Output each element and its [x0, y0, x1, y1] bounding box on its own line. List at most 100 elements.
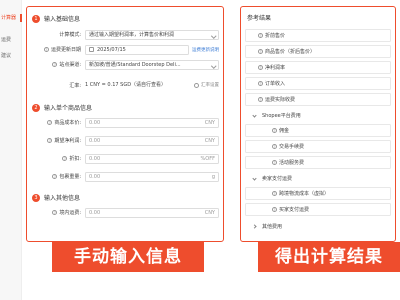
sidebar-item-calculator[interactable]: 计算器	[0, 14, 22, 22]
result-group-other-fees[interactable]: 其他费用	[245, 220, 391, 233]
calc-mode-value: 通过输入期望利润率，计算售价和利润	[89, 32, 175, 38]
calc-mode-select[interactable]: 通过输入期望利润率，计算售价和利润	[85, 29, 219, 40]
help-icon[interactable]: ?	[258, 33, 263, 38]
date-label-wrap: ? 运费更新日期	[31, 46, 85, 53]
help-icon[interactable]: ?	[52, 174, 58, 179]
domestic-label: 境内运费:	[59, 210, 81, 216]
cost-label-wrap: ? 商品成本价:	[31, 119, 85, 126]
result-label: 交易手续费	[279, 144, 305, 150]
rate-row: 汇率: 1 CNY = 0.17 SGD（请自行查看） 汇率设置	[31, 77, 219, 93]
cost-unit: CNY	[204, 119, 215, 126]
cost-label: 商品成本价:	[54, 120, 81, 126]
site-row: ? 站点渠道: 新加坡/普通/Standard Doorstep Deli...	[31, 59, 219, 70]
result-label: 运费实际收费	[265, 97, 296, 103]
weight-unit: g	[211, 173, 215, 180]
radio-icon	[194, 82, 199, 88]
result-row: ? 佣金	[245, 124, 391, 137]
help-icon[interactable]: ?	[62, 156, 68, 161]
result-row: ? 跨境物流成本（虚拟）	[245, 187, 391, 200]
banner-manual-input: 手动输入信息	[52, 242, 204, 272]
step-number: 3	[32, 193, 40, 202]
result-group-platform-fees[interactable]: Shopee平台费用	[245, 109, 391, 122]
discount-row: ? 折扣: 0.00 %OFF	[31, 153, 219, 164]
result-title: 参考结果	[247, 15, 272, 22]
date-label: 运费更新日期	[50, 47, 81, 53]
help-icon[interactable]: ?	[47, 138, 53, 143]
margin-input[interactable]: 0.00 CNY	[85, 135, 219, 146]
rate-label: 汇率:	[69, 82, 81, 89]
domestic-placeholder: 0.00	[89, 209, 101, 216]
result-group-label: 其他费用	[262, 224, 283, 230]
result-row: ? 净利润率	[245, 61, 391, 74]
chevron-right-icon	[252, 224, 257, 229]
step-number: 1	[32, 14, 40, 23]
help-icon[interactable]: ?	[272, 128, 277, 133]
margin-unit: CNY	[204, 137, 215, 144]
section-title: 输入基础信息	[44, 16, 81, 23]
help-icon[interactable]: ?	[272, 191, 277, 196]
calendar-icon	[89, 47, 94, 52]
section-other-header: 3 输入其他信息	[32, 193, 80, 202]
cost-input[interactable]: 0.00 CNY	[85, 117, 219, 128]
domestic-row: ? 境内运费: 0.00 CNY	[31, 207, 219, 218]
date-field[interactable]: 2025/07/15	[85, 44, 189, 55]
domestic-label-wrap: ? 境内运费:	[31, 209, 85, 216]
help-icon[interactable]: ?	[272, 144, 277, 149]
weight-input[interactable]: 0.00 g	[85, 171, 219, 182]
weight-row: ? 包裹重量: 0.00 g	[31, 171, 219, 182]
sidebar-item-shipping[interactable]: 运费	[0, 36, 22, 44]
result-row: ? 运费实际收费	[245, 93, 391, 106]
result-label: 净利润率	[265, 65, 286, 71]
result-label: 跨境物流成本（虚拟）	[279, 191, 330, 197]
domestic-unit: CNY	[204, 209, 215, 216]
cost-row: ? 商品成本价: 0.00 CNY	[31, 117, 219, 128]
help-icon[interactable]: ?	[258, 65, 263, 70]
site-select[interactable]: 新加坡/普通/Standard Doorstep Deli...	[85, 59, 219, 70]
help-icon[interactable]: ?	[272, 160, 277, 165]
result-label: 买家支付运费	[279, 207, 310, 213]
shipping-update-link[interactable]: 运费更新说明	[192, 47, 219, 53]
margin-label: 期望净利润:	[54, 138, 81, 144]
section-product-header: 2 输入单个商品信息	[32, 103, 92, 112]
domestic-input[interactable]: 0.00 CNY	[85, 207, 219, 218]
chevron-down-icon	[252, 113, 257, 118]
discount-unit: %OFF	[200, 155, 215, 162]
sidebar-item-suggestion[interactable]: 建议	[0, 52, 22, 60]
margin-placeholder: 0.00	[89, 137, 101, 144]
rate-setting-option[interactable]: 汇率设置	[194, 82, 219, 88]
help-icon[interactable]: ?	[258, 97, 263, 102]
result-panel: 参考结果 ? 折前售价 ? 商品售价（折后售价） ? 净利润率 ? 订单收入 ? 运费实际…	[240, 6, 396, 242]
result-row: ? 折前售价	[245, 29, 391, 42]
date-value: 2025/07/15	[97, 46, 126, 53]
result-label: 订单收入	[265, 81, 286, 87]
result-group-seller-shipping[interactable]: 卖家支付运费	[245, 172, 391, 185]
sidebar: 计算器 运费 建议	[0, 0, 22, 300]
margin-row: ? 期望净利润: 0.00 CNY	[31, 135, 219, 146]
result-row: ? 活动服务费	[245, 156, 391, 169]
discount-label-wrap: ? 折扣:	[31, 155, 85, 162]
help-icon[interactable]: ?	[43, 47, 49, 52]
weight-label: 包裹重量:	[59, 174, 81, 180]
result-label: 折前售价	[265, 33, 286, 39]
discount-placeholder: 0.00	[89, 155, 101, 162]
result-group-label: Shopee平台费用	[262, 113, 301, 119]
help-icon[interactable]: ?	[272, 207, 277, 212]
result-row: ? 订单收入	[245, 77, 391, 90]
rate-value: 1 CNY = 0.17 SGD（请自行查看）	[85, 82, 167, 88]
weight-placeholder: 0.00	[89, 173, 101, 180]
site-label: 站点渠道:	[59, 62, 81, 68]
help-icon[interactable]: ?	[258, 81, 263, 86]
discount-input[interactable]: 0.00 %OFF	[85, 153, 219, 164]
rate-option-label: 汇率设置	[201, 83, 219, 88]
margin-label-wrap: ? 期望净利润:	[31, 137, 85, 144]
help-icon[interactable]: ?	[47, 120, 53, 125]
result-label: 商品售价（折后售价）	[265, 49, 316, 55]
site-label-wrap: ? 站点渠道:	[31, 61, 85, 68]
result-group-label: 卖家支付运费	[262, 176, 293, 182]
date-row: ? 运费更新日期 2025/07/15 运费更新说明	[31, 44, 219, 55]
help-icon[interactable]: ?	[52, 210, 58, 215]
help-icon[interactable]: ?	[52, 62, 58, 67]
help-icon[interactable]: ?	[258, 49, 263, 54]
calc-mode-label: 计算模式:	[59, 32, 81, 38]
input-form-panel: 1 输入基础信息 计算模式: 通过输入期望利润率，计算售价和利润 ? 运费更新日期…	[26, 6, 224, 242]
